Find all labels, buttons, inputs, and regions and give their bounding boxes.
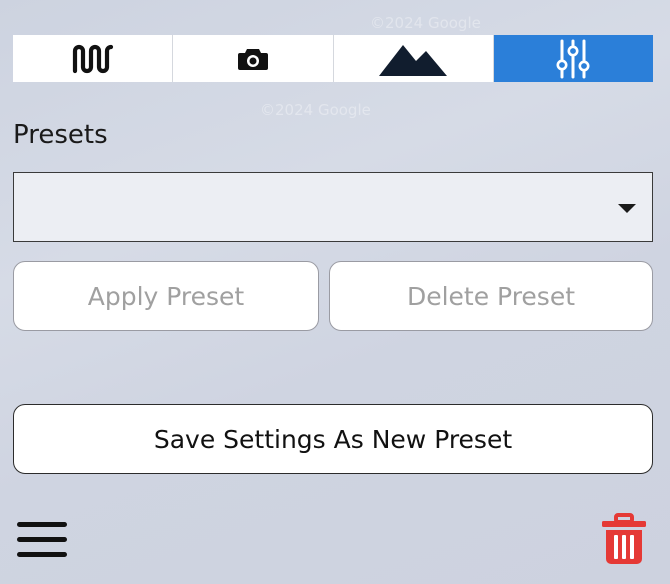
chevron-down-icon <box>618 204 636 213</box>
mountain-icon <box>379 44 448 76</box>
save-preset-button[interactable]: Save Settings As New Preset <box>13 404 653 474</box>
tab-settings[interactable] <box>493 35 653 82</box>
camera-icon <box>237 48 268 70</box>
tab-waveform[interactable] <box>13 35 174 82</box>
tab-camera[interactable] <box>173 35 334 82</box>
sliders-icon <box>556 39 590 78</box>
presets-heading: Presets <box>13 120 108 150</box>
background-watermark: ©2024 Google <box>260 101 371 119</box>
mode-tab-bar <box>13 35 653 82</box>
background-watermark: ©2024 Google <box>370 14 481 32</box>
hamburger-menu-icon[interactable] <box>17 520 67 560</box>
delete-preset-button[interactable]: Delete Preset <box>329 261 653 331</box>
apply-preset-button[interactable]: Apply Preset <box>13 261 319 331</box>
trash-icon[interactable] <box>600 513 648 565</box>
preset-dropdown[interactable] <box>13 172 653 242</box>
tab-terrain[interactable] <box>333 35 494 82</box>
waveform-icon <box>72 44 113 73</box>
